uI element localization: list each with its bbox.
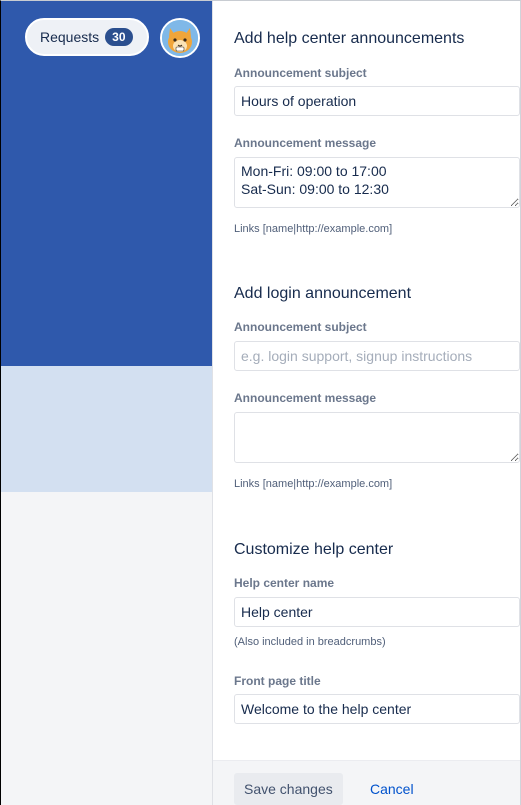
help-center-name-input[interactable]: [234, 597, 520, 627]
help-center-name-label: Help center name: [234, 576, 335, 590]
hc-subject-input[interactable]: [234, 86, 520, 116]
form-footer: Save changes Cancel: [213, 760, 520, 805]
cat-avatar-icon: [162, 20, 198, 56]
help-center-announcements-title: Add help center announcements: [234, 30, 465, 47]
login-message-textarea[interactable]: [234, 412, 520, 463]
login-announcement-title: Add login announcement: [234, 285, 412, 302]
preview-announcement-band: [1, 366, 212, 492]
save-changes-button[interactable]: Save changes: [234, 773, 343, 805]
preview-body: [1, 492, 212, 805]
front-page-title-input[interactable]: [234, 694, 520, 724]
login-links-hint: Links [name|http://example.com]: [234, 478, 393, 490]
front-page-title-label: Front page title: [234, 674, 321, 688]
login-subject-label: Announcement subject: [234, 320, 367, 334]
settings-form-panel: Add help center announcements Announceme…: [212, 1, 520, 805]
help-center-preview: Requests 30: [1, 1, 212, 805]
help-center-name-hint: (Also included in breadcrumbs): [234, 636, 386, 648]
customize-help-center-title: Customize help center: [234, 541, 394, 558]
hc-message-label: Announcement message: [234, 136, 377, 150]
requests-label: Requests: [40, 29, 100, 45]
hc-subject-label: Announcement subject: [234, 66, 367, 80]
login-message-label: Announcement message: [234, 391, 377, 405]
hc-links-hint: Links [name|http://example.com]: [234, 223, 393, 235]
requests-button[interactable]: Requests 30: [25, 18, 149, 56]
requests-count-badge: 30: [105, 28, 133, 46]
user-avatar[interactable]: [160, 18, 200, 58]
help-center-settings-frame: Requests 30 Add help center announcement…: [0, 0, 521, 805]
cancel-link[interactable]: Cancel: [370, 773, 414, 805]
login-subject-input[interactable]: [234, 341, 520, 371]
hc-message-textarea[interactable]: Mon-Fri: 09:00 to 17:00 Sat-Sun: 09:00 t…: [234, 157, 520, 208]
